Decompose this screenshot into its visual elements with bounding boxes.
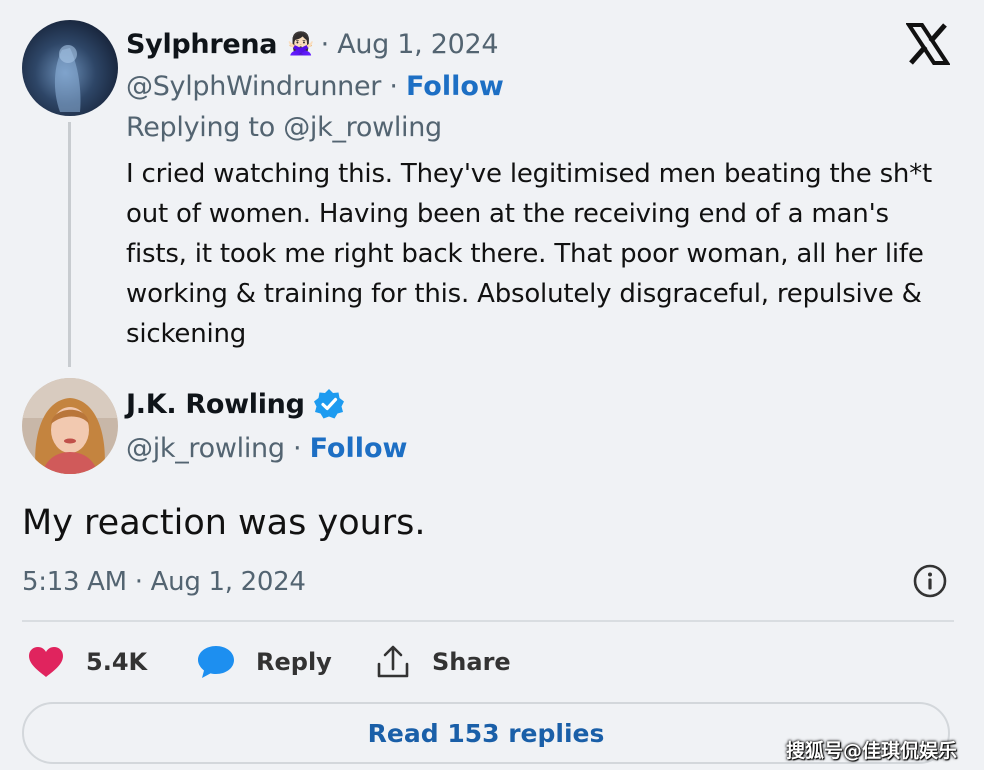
reply-tweet-header: Sylphrena 🙅🏻‍♀️ · Aug 1, 2024 [126, 24, 499, 64]
avatar[interactable] [22, 20, 118, 116]
heart-icon [28, 646, 64, 678]
main-tweet-text: My reaction was yours. [22, 503, 426, 543]
author-name[interactable]: Sylphrena [126, 29, 278, 60]
reply-tweet-text: I cried watching this. They've legitimis… [126, 159, 932, 349]
share-button[interactable]: Share [376, 642, 511, 682]
separator: · [284, 432, 310, 464]
follow-button[interactable]: Follow [310, 433, 408, 464]
main-tweet-header: J.K. Rowling [126, 384, 345, 424]
author-handle[interactable]: @jk_rowling [126, 433, 285, 464]
speech-bubble-icon [196, 644, 236, 680]
tweet-timestamp[interactable]: 5:13 AM · Aug 1, 2024 [22, 562, 306, 602]
reply-button[interactable]: Reply [196, 642, 332, 682]
share-icon [376, 644, 410, 680]
info-icon[interactable] [912, 563, 948, 599]
separator: · [381, 70, 406, 102]
watermark: 搜狐号@佳琪侃娱乐 [786, 740, 958, 762]
replying-to[interactable]: Replying to @jk_rowling [126, 108, 442, 148]
x-logo-icon[interactable] [905, 22, 951, 66]
share-label: Share [432, 648, 511, 676]
like-count: 5.4K [86, 648, 148, 676]
tweet-date[interactable]: · Aug 1, 2024 [321, 29, 499, 60]
person-gesturing-emoji-icon: 🙅🏻‍♀️ [287, 31, 315, 57]
like-button[interactable]: 5.4K [28, 642, 147, 682]
follow-button[interactable]: Follow [406, 71, 504, 102]
author-handle[interactable]: @SylphWindrunner [126, 71, 381, 102]
main-tweet-handle-row: @jk_rowling · Follow [126, 428, 407, 468]
verified-badge-icon [313, 388, 345, 420]
author-name[interactable]: J.K. Rowling [126, 389, 305, 420]
reply-label: Reply [256, 648, 332, 676]
reply-tweet-handle-row: @SylphWindrunner · Follow [126, 66, 504, 106]
avatar[interactable] [22, 378, 118, 474]
thread-line [68, 122, 71, 367]
divider [22, 620, 954, 622]
